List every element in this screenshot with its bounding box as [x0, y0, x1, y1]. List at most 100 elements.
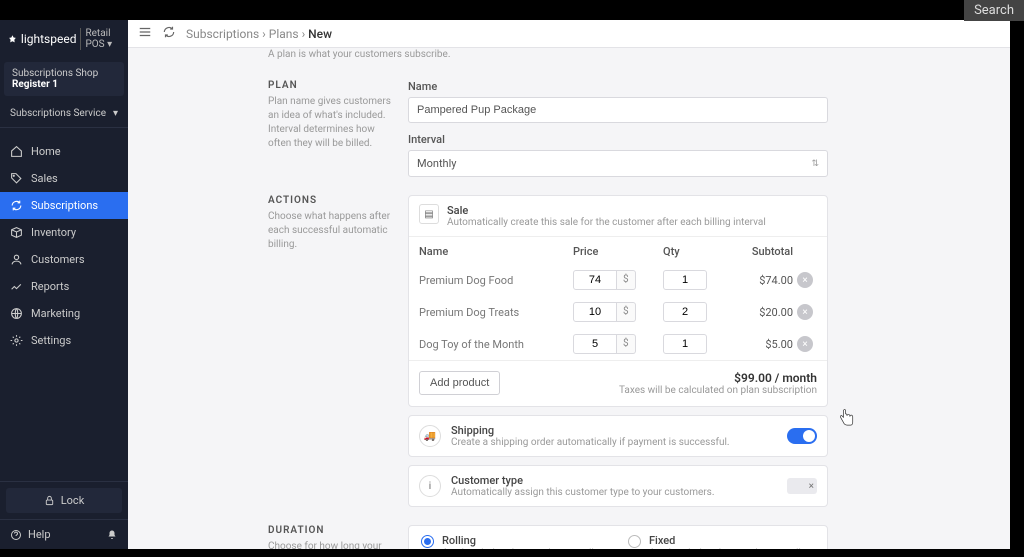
- globe-icon: [10, 307, 23, 320]
- refresh-icon-top[interactable]: [162, 25, 176, 42]
- chevron-down-icon: ▾: [113, 108, 118, 119]
- help-row: Help: [0, 519, 128, 549]
- brand-sub: Retail POS ▾: [80, 28, 120, 50]
- section-actions: ACTIONS Choose what happens after each s…: [268, 195, 970, 507]
- nav-marketing[interactable]: Marketing: [0, 300, 128, 327]
- rolling-option[interactable]: Rolling A subscription that continues un…: [421, 534, 608, 549]
- add-product-button[interactable]: Add product: [419, 371, 500, 395]
- table-row: Dog Toy of the Month $ $5.00 ×: [409, 328, 827, 360]
- help-label: Help: [28, 528, 51, 541]
- lock-button[interactable]: Lock: [6, 488, 122, 513]
- customer-type-card: i Customer type Automatically assign thi…: [408, 465, 828, 507]
- caret-icon: ⇅: [811, 159, 819, 169]
- nav: Home Sales Subscriptions Inventory Custo…: [0, 138, 128, 481]
- nav-sales-label: Sales: [31, 172, 58, 185]
- currency-addon: $: [617, 302, 636, 322]
- ctype-title: Customer type: [451, 474, 777, 487]
- total-amount: $99.00 / month: [619, 371, 817, 385]
- shipping-toggle[interactable]: [787, 428, 817, 444]
- browser-search-overlay: Search: [964, 0, 1024, 21]
- table-row: Premium Dog Food $ $74.00 ×: [409, 264, 827, 296]
- delete-row-button[interactable]: ×: [797, 272, 813, 288]
- sale-desc: Automatically create this sale for the c…: [447, 217, 766, 228]
- col-price: Price: [573, 245, 663, 258]
- help-icon: [10, 529, 22, 541]
- menu-icon[interactable]: [138, 25, 152, 42]
- topbar: Subscriptions › Plans › New: [128, 20, 1010, 48]
- plan-name-input[interactable]: [408, 97, 828, 123]
- qty-input[interactable]: [663, 302, 707, 322]
- info-icon: i: [419, 475, 441, 497]
- top-desc: A plan is what your customers subscribe.: [268, 48, 970, 62]
- brand: lightspeed Retail POS ▾: [0, 20, 128, 58]
- interval-value: Monthly: [417, 157, 457, 170]
- sidebar: lightspeed Retail POS ▾ Subscriptions Sh…: [0, 20, 128, 549]
- price-input[interactable]: [573, 270, 617, 290]
- price-input[interactable]: [573, 334, 617, 354]
- nav-settings[interactable]: Settings: [0, 327, 128, 354]
- products-table: Name Price Qty Subtotal Premium Dog Food…: [409, 236, 827, 406]
- nav-home[interactable]: Home: [0, 138, 128, 165]
- col-subtotal: Subtotal: [733, 245, 793, 258]
- nav-subscriptions[interactable]: Subscriptions: [0, 192, 128, 219]
- content: A plan is what your customers subscribe.…: [128, 48, 1010, 549]
- product-name: Premium Dog Treats: [419, 306, 573, 319]
- lock-icon: [44, 495, 55, 506]
- box-icon: [10, 226, 23, 239]
- row-subtotal: $74.00: [733, 274, 793, 287]
- delete-row-button[interactable]: ×: [797, 336, 813, 352]
- lock-label: Lock: [61, 494, 85, 507]
- bell-icon[interactable]: [106, 529, 118, 541]
- breadcrumb-b[interactable]: Plans: [269, 27, 299, 41]
- fixed-option[interactable]: Fixed A subscription that continues unti…: [628, 534, 815, 549]
- nav-inventory[interactable]: Inventory: [0, 219, 128, 246]
- nav-customers[interactable]: Customers: [0, 246, 128, 273]
- delete-row-button[interactable]: ×: [797, 304, 813, 320]
- radio-rolling[interactable]: [421, 535, 434, 548]
- nav-customers-label: Customers: [31, 253, 85, 266]
- product-name: Premium Dog Food: [419, 274, 573, 287]
- currency-addon: $: [617, 270, 636, 290]
- actions-title: ACTIONS: [268, 195, 392, 206]
- shipping-card: 🚚 Shipping Create a shipping order autom…: [408, 415, 828, 457]
- breadcrumb-c: New: [308, 27, 332, 41]
- brand-name: lightspeed: [21, 32, 77, 46]
- radio-fixed[interactable]: [628, 535, 641, 548]
- service-selector[interactable]: Subscriptions Service ▾: [0, 100, 128, 128]
- window-bottom-edge: [0, 549, 1024, 557]
- nav-reports[interactable]: Reports: [0, 273, 128, 300]
- tag-icon: [10, 172, 23, 185]
- nav-home-label: Home: [31, 145, 61, 158]
- breadcrumb-a[interactable]: Subscriptions: [186, 27, 259, 41]
- nav-sales[interactable]: Sales: [0, 165, 128, 192]
- service-name: Subscriptions Service: [10, 108, 106, 119]
- register-name: Register 1: [12, 79, 116, 90]
- duration-options: Rolling A subscription that continues un…: [408, 525, 828, 549]
- home-icon: [10, 145, 23, 158]
- nav-inventory-label: Inventory: [31, 226, 76, 239]
- nav-reports-label: Reports: [31, 280, 69, 293]
- qty-input[interactable]: [663, 270, 707, 290]
- sale-card: ▤ Sale Automatically create this sale fo…: [408, 195, 828, 407]
- sidebar-bottom: Lock Help: [0, 481, 128, 549]
- ctype-desc: Automatically assign this customer type …: [451, 487, 777, 498]
- plan-title: PLAN: [268, 80, 392, 91]
- truck-icon: 🚚: [419, 425, 441, 447]
- ctype-toggle[interactable]: ×: [787, 478, 817, 494]
- duration-desc: Choose for how long your customers shoul…: [268, 540, 392, 549]
- qty-input[interactable]: [663, 334, 707, 354]
- price-input[interactable]: [573, 302, 617, 322]
- chart-icon: [10, 280, 23, 293]
- sale-title: Sale: [447, 204, 766, 217]
- gear-icon: [10, 334, 23, 347]
- help-button[interactable]: Help: [10, 528, 51, 541]
- nav-marketing-label: Marketing: [31, 307, 80, 320]
- interval-select[interactable]: Monthly ⇅: [408, 150, 828, 177]
- receipt-icon: ▤: [419, 204, 439, 224]
- row-subtotal: $5.00: [733, 338, 793, 351]
- shop-selector[interactable]: Subscriptions Shop Register 1: [4, 62, 124, 96]
- name-label: Name: [408, 80, 828, 93]
- tax-note: Taxes will be calculated on plan subscri…: [619, 385, 817, 396]
- section-plan: PLAN Plan name gives customers an idea o…: [268, 80, 970, 177]
- actions-desc: Choose what happens after each successfu…: [268, 210, 392, 252]
